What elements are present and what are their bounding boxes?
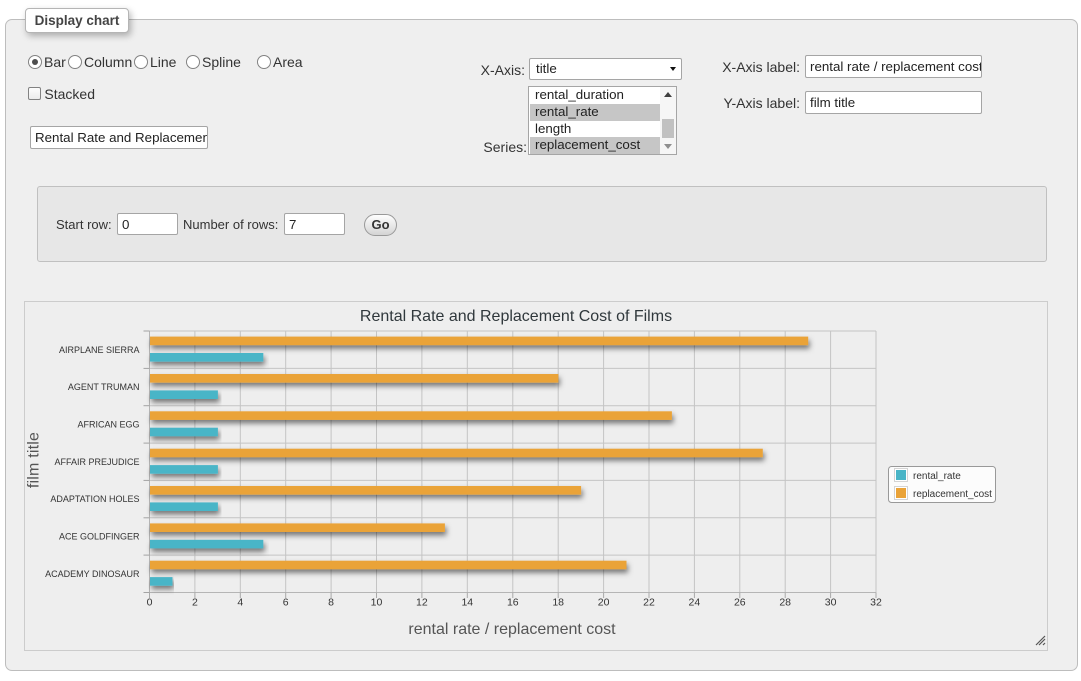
svg-text:4: 4: [237, 597, 243, 609]
svg-text:ACADEMY DINOSAUR: ACADEMY DINOSAUR: [45, 569, 140, 579]
svg-text:AFRICAN EGG: AFRICAN EGG: [77, 420, 139, 430]
svg-text:10: 10: [371, 597, 383, 609]
svg-text:14: 14: [461, 597, 473, 609]
svg-text:12: 12: [416, 597, 428, 609]
svg-text:30: 30: [825, 597, 837, 609]
svg-text:20: 20: [598, 597, 610, 609]
svg-text:18: 18: [552, 597, 564, 609]
svg-text:AGENT TRUMAN: AGENT TRUMAN: [68, 382, 140, 392]
svg-text:film title: film title: [26, 432, 43, 488]
svg-text:AIRPLANE SIERRA: AIRPLANE SIERRA: [59, 345, 140, 355]
svg-text:rental rate / replacement cost: rental rate / replacement cost: [408, 621, 616, 638]
svg-text:16: 16: [507, 597, 519, 609]
svg-text:2: 2: [192, 597, 198, 609]
svg-text:ACE GOLDFINGER: ACE GOLDFINGER: [59, 532, 140, 542]
svg-text:22: 22: [643, 597, 655, 609]
svg-text:8: 8: [328, 597, 334, 609]
svg-text:0: 0: [147, 597, 153, 609]
svg-text:replacement_cost: replacement_cost: [913, 489, 992, 500]
svg-text:24: 24: [689, 597, 701, 609]
svg-text:ADAPTATION HOLES: ADAPTATION HOLES: [50, 494, 139, 504]
svg-text:32: 32: [870, 597, 882, 609]
svg-text:rental_rate: rental_rate: [913, 471, 961, 482]
svg-text:Rental Rate and Replacement Co: Rental Rate and Replacement Cost of Film…: [360, 308, 672, 325]
svg-text:28: 28: [779, 597, 791, 609]
svg-text:26: 26: [734, 597, 746, 609]
svg-text:6: 6: [283, 597, 289, 609]
svg-text:AFFAIR PREJUDICE: AFFAIR PREJUDICE: [54, 457, 139, 467]
